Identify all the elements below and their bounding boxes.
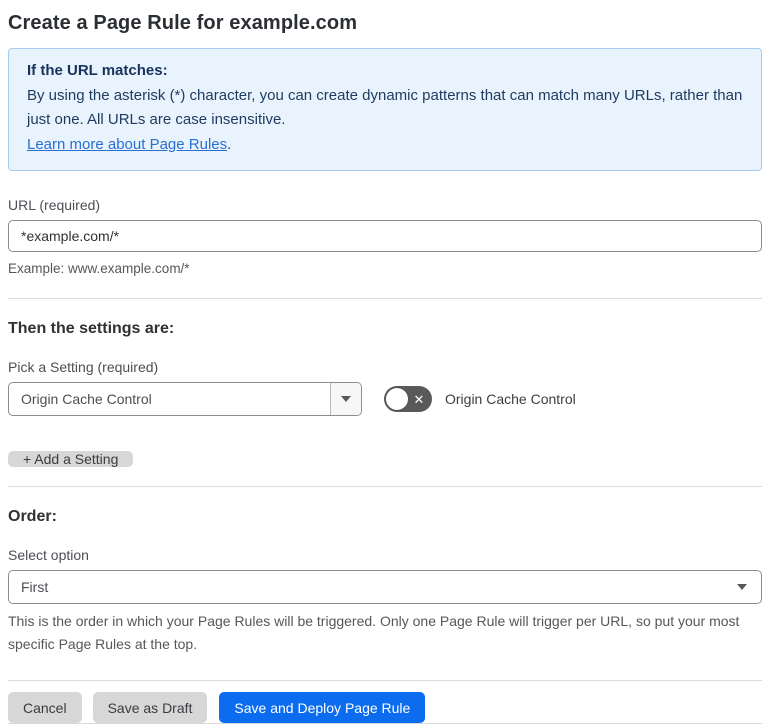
learn-more-link[interactable]: Learn more about Page Rules xyxy=(27,136,227,153)
toggle-label: Origin Cache Control xyxy=(445,391,576,407)
url-field-group: URL (required) Example: www.example.com/… xyxy=(8,197,762,279)
divider xyxy=(8,680,762,681)
url-field-label: URL (required) xyxy=(8,197,101,213)
add-setting-button[interactable]: + Add a Setting xyxy=(8,451,134,467)
divider xyxy=(8,298,762,299)
origin-cache-control-toggle[interactable]: ✕ xyxy=(384,386,432,412)
info-box-body: By using the asterisk (*) character, you… xyxy=(27,87,743,128)
url-match-info-box: If the URL matches: By using the asteris… xyxy=(8,48,762,171)
link-period: . xyxy=(227,136,232,153)
info-box-link-line: Learn more about Page Rules. xyxy=(27,133,743,157)
setting-row: Origin Cache Control ✕ Origin Cache Cont… xyxy=(8,382,762,416)
order-select-value: First xyxy=(21,579,49,595)
save-and-deploy-button[interactable]: Save and Deploy Page Rule xyxy=(219,692,426,723)
chevron-down-icon xyxy=(737,584,747,590)
setting-select-arrow-button[interactable] xyxy=(330,383,361,415)
order-select-arrow xyxy=(737,571,761,603)
toggle-knob xyxy=(386,388,408,410)
order-help-text: This is the order in which your Page Rul… xyxy=(8,613,740,652)
toggle-off-x-icon: ✕ xyxy=(413,391,425,407)
order-section-heading: Order: xyxy=(8,508,57,525)
setting-select-value: Origin Cache Control xyxy=(21,391,152,407)
setting-select[interactable]: Origin Cache Control xyxy=(8,382,362,416)
order-select[interactable]: First xyxy=(8,570,762,604)
info-box-heading: If the URL matches: xyxy=(27,62,168,79)
setting-field-group: Pick a Setting (required) Origin Cache C… xyxy=(8,359,762,416)
pick-setting-label: Pick a Setting (required) xyxy=(8,359,159,375)
settings-section-heading: Then the settings are: xyxy=(8,320,175,337)
url-example-text: Example: www.example.com/* xyxy=(8,261,190,276)
chevron-down-icon xyxy=(341,396,351,402)
save-as-draft-button[interactable]: Save as Draft xyxy=(92,692,208,723)
page-title: Create a Page Rule for example.com xyxy=(8,12,358,34)
footer-actions: Cancel Save as Draft Save and Deploy Pag… xyxy=(8,692,762,723)
create-page-rule-form: Create a Page Rule for example.com If th… xyxy=(0,0,770,724)
cancel-button[interactable]: Cancel xyxy=(8,692,82,723)
order-select-label: Select option xyxy=(8,547,89,563)
order-field-group: Select option First This is the order in… xyxy=(8,547,762,656)
url-input[interactable] xyxy=(8,220,762,252)
divider xyxy=(8,486,762,487)
